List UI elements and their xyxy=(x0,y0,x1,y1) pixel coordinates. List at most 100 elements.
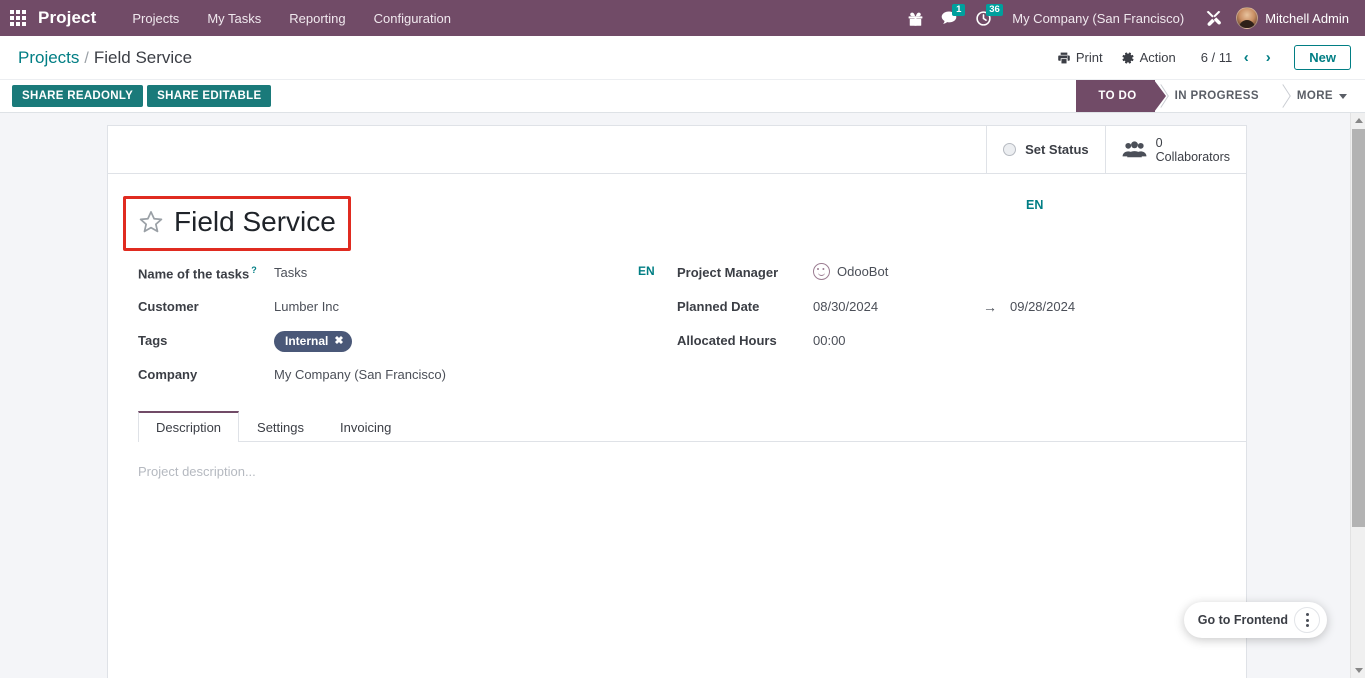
kebab-menu-icon[interactable] xyxy=(1294,607,1320,633)
nav-menu-my-tasks[interactable]: My Tasks xyxy=(193,0,275,36)
user-menu[interactable]: Mitchell Admin xyxy=(1230,0,1357,36)
tab-description[interactable]: Description xyxy=(138,410,240,442)
status-more-dropdown[interactable]: MORE xyxy=(1276,80,1365,112)
share-editable-button[interactable]: SHARE EDITABLE xyxy=(147,85,272,107)
tag-internal[interactable]: Internal ✖ xyxy=(274,330,352,352)
field-row-allocated-hours: Allocated Hours 00:00 xyxy=(677,325,1216,359)
date-range-arrow-icon: → xyxy=(983,298,997,315)
breadcrumb-separator: / xyxy=(84,49,89,67)
field-row-customer: Customer Lumber Inc xyxy=(138,291,647,325)
tools-icon[interactable] xyxy=(1196,0,1230,36)
set-status-button[interactable]: Set Status xyxy=(986,126,1105,173)
field-row-name-of-tasks: Name of the tasks? Tasks EN xyxy=(138,257,655,291)
star-outline-icon[interactable] xyxy=(138,209,164,235)
avatar xyxy=(1236,7,1259,29)
value-company[interactable]: My Company (San Francisco) xyxy=(274,361,446,382)
planned-date-end[interactable]: 09/28/2024 xyxy=(1010,299,1180,314)
field-row-planned-date: Planned Date 08/30/2024 → 09/28/2024 xyxy=(677,291,1216,325)
print-button[interactable]: Print xyxy=(1048,46,1112,69)
action-label: Action xyxy=(1139,50,1176,65)
gear-icon xyxy=(1122,51,1134,64)
label-tags: Tags xyxy=(138,332,168,348)
value-name-of-tasks[interactable]: Tasks xyxy=(274,259,307,280)
pager-previous-icon[interactable]: ‹ xyxy=(1236,47,1256,69)
status-in-progress[interactable]: IN PROGRESS xyxy=(1154,80,1277,112)
label-customer: Customer xyxy=(138,298,199,314)
share-readonly-button[interactable]: SHARE READONLY xyxy=(12,85,144,107)
tag-internal-label: Internal xyxy=(285,333,329,348)
printer-icon xyxy=(1058,52,1070,63)
circle-icon xyxy=(1003,143,1017,156)
planned-date-start[interactable]: 08/30/2024 xyxy=(813,299,983,314)
go-to-frontend-button[interactable]: Go to Frontend xyxy=(1198,613,1288,627)
status-to-do-label: TO DO xyxy=(1098,90,1137,102)
record-title-block: Field Service EN xyxy=(108,174,1246,251)
tag-remove-x-icon[interactable]: ✖ xyxy=(334,334,343,347)
value-project-manager-wrap[interactable]: OdooBot xyxy=(813,259,888,280)
messages-icon[interactable]: 1 xyxy=(932,0,966,36)
chevron-down-icon xyxy=(1339,93,1347,99)
pager-value[interactable]: 6 / 11 xyxy=(1199,50,1235,65)
control-panel-bottom-row: SHARE READONLY SHARE EDITABLE TO DO IN P… xyxy=(0,79,1365,112)
record-title[interactable]: Field Service xyxy=(174,206,336,238)
pager: 6 / 11 ‹ › xyxy=(1199,47,1279,69)
vertical-scrollbar[interactable] xyxy=(1350,113,1365,678)
collaborators-button[interactable]: 0 Collaborators xyxy=(1104,126,1246,173)
field-row-project-manager: Project Manager OdooBot xyxy=(677,257,1216,291)
smiley-avatar-icon xyxy=(813,262,830,280)
control-panel-top-row: Projects / Field Service Print Action 6 … xyxy=(0,36,1365,79)
field-row-tags: Tags Internal ✖ xyxy=(138,325,647,359)
notebook-tabs: Description Settings Invoicing xyxy=(138,410,1246,442)
value-allocated-hours[interactable]: 00:00 xyxy=(813,327,846,348)
apps-menu-icon[interactable] xyxy=(0,0,36,36)
form-sheet: Set Status 0 Collaborators Field Service… xyxy=(107,125,1247,678)
form-column-right: Project Manager OdooBot Planned Date 08/… xyxy=(677,257,1216,393)
apps-grid-icon xyxy=(10,10,26,26)
form-fields: Name of the tasks? Tasks EN Customer Lum… xyxy=(108,251,1246,393)
nav-menu-projects[interactable]: Projects xyxy=(118,0,193,36)
main-content-area: Set Status 0 Collaborators Field Service… xyxy=(0,113,1365,678)
page-title: Field Service xyxy=(93,47,193,67)
tab-settings[interactable]: Settings xyxy=(239,411,322,442)
activities-count-badge: 36 xyxy=(986,4,1003,16)
description-placeholder[interactable]: Project description... xyxy=(138,464,1216,479)
users-icon xyxy=(1122,141,1147,158)
user-name-label: Mitchell Admin xyxy=(1265,10,1349,26)
gift-icon[interactable] xyxy=(898,0,932,36)
control-panel-actions: Print Action 6 / 11 ‹ › New xyxy=(1048,45,1351,70)
label-name-of-tasks-text: Name of the tasks xyxy=(138,266,250,282)
nav-menu-reporting[interactable]: Reporting xyxy=(275,0,359,36)
status-to-do[interactable]: TO DO xyxy=(1076,80,1166,112)
description-tab-panel: Project description... xyxy=(108,442,1246,672)
nav-menu-configuration[interactable]: Configuration xyxy=(360,0,465,36)
label-project-manager: Project Manager xyxy=(677,264,779,280)
title-highlight-box: Field Service xyxy=(123,196,351,251)
pager-next-icon[interactable]: › xyxy=(1258,47,1278,69)
label-planned-date: Planned Date xyxy=(677,298,760,314)
company-switcher[interactable]: My Company (San Francisco) xyxy=(1000,11,1196,26)
collaborators-label-block: 0 Collaborators xyxy=(1156,136,1230,164)
status-in-progress-label: IN PROGRESS xyxy=(1174,90,1259,102)
breadcrumb-projects-link[interactable]: Projects xyxy=(18,48,79,68)
scrollbar-down-arrow-icon[interactable] xyxy=(1351,663,1365,678)
smart-button-bar: Set Status 0 Collaborators xyxy=(108,126,1246,174)
value-customer[interactable]: Lumber Inc xyxy=(274,293,339,314)
label-company: Company xyxy=(138,366,198,382)
help-tooltip-icon[interactable]: ? xyxy=(251,265,257,275)
collaborators-count: 0 xyxy=(1155,135,1163,150)
record-title-row: Field Service xyxy=(123,196,1216,251)
scrollbar-up-arrow-icon[interactable] xyxy=(1351,113,1365,128)
activities-clock-icon[interactable]: 36 xyxy=(966,0,1003,36)
label-allocated-hours: Allocated Hours xyxy=(677,332,777,348)
tab-invoicing[interactable]: Invoicing xyxy=(322,411,409,442)
breadcrumb: Projects / Field Service xyxy=(18,48,192,68)
scrollbar-thumb[interactable] xyxy=(1352,129,1365,527)
title-language-badge[interactable]: EN xyxy=(1026,198,1043,212)
app-brand-project[interactable]: Project xyxy=(38,8,96,28)
value-project-manager: OdooBot xyxy=(837,263,889,279)
control-panel: Projects / Field Service Print Action 6 … xyxy=(0,36,1365,113)
action-button[interactable]: Action xyxy=(1112,46,1185,69)
new-button[interactable]: New xyxy=(1294,45,1351,70)
set-status-label: Set Status xyxy=(1025,142,1089,157)
name-of-tasks-language-badge[interactable]: EN xyxy=(638,264,655,278)
